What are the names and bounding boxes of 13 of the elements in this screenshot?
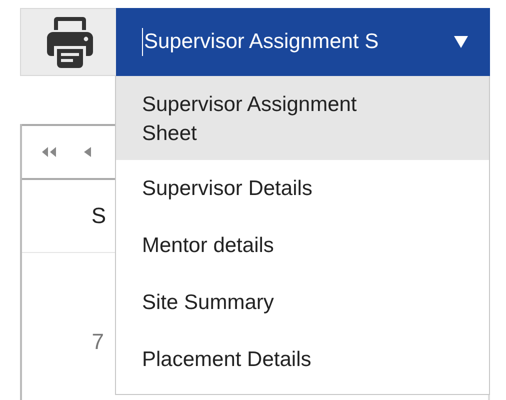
report-dropdown[interactable]: Supervisor Assignment S [116, 8, 490, 76]
caret-icon [454, 36, 468, 48]
menu-option[interactable]: Supervisor Assignment Sheet [116, 76, 489, 160]
date-cell[interactable]: 7 [22, 329, 104, 355]
menu-option[interactable]: Mentor details [116, 217, 489, 274]
selected-value: Supervisor Assignment S [144, 30, 380, 54]
previous-icon[interactable] [84, 147, 92, 157]
menu-option[interactable]: Supervisor Details [116, 160, 489, 217]
menu-option[interactable]: Placement Details [116, 331, 489, 388]
menu-option[interactable]: Site Summary [116, 274, 489, 331]
first-page-icon[interactable] [42, 147, 58, 157]
weekday-header: S [90, 203, 106, 229]
printer-icon[interactable] [47, 15, 93, 69]
